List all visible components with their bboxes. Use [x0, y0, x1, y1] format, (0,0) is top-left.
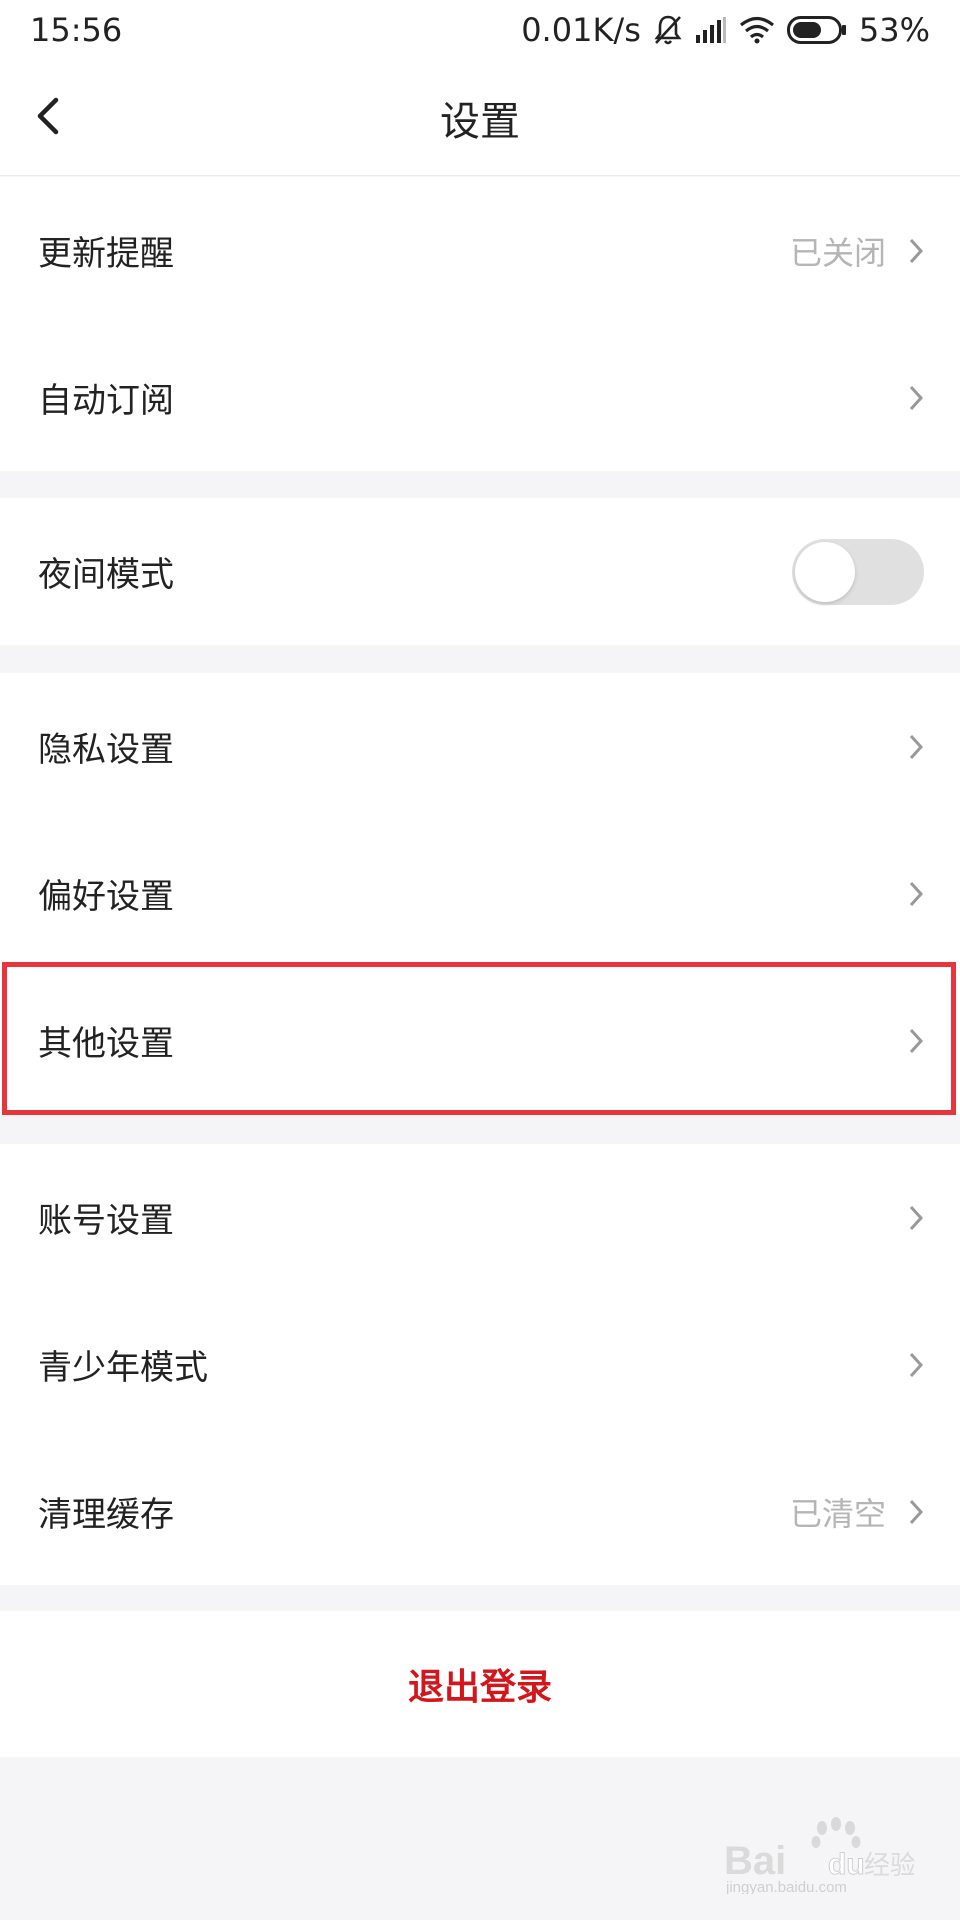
battery-icon: [786, 16, 847, 44]
chevron-right-icon: [909, 734, 924, 759]
settings-item-preferences[interactable]: 偏好设置: [0, 820, 960, 967]
settings-item-label: 偏好设置: [38, 877, 174, 917]
settings-item-account[interactable]: 账号设置: [0, 1144, 960, 1291]
settings-item-value: 已关闭: [789, 233, 886, 272]
settings-item-value: 已清空: [789, 1494, 886, 1533]
status-icons: 0.01K/s 53%: [521, 11, 930, 49]
chevron-right-icon: [909, 1352, 924, 1377]
settings-item-auto-subscribe[interactable]: 自动订阅: [0, 324, 960, 471]
settings-item-teen-mode[interactable]: 青少年模式: [0, 1291, 960, 1438]
toggle-knob: [795, 541, 855, 602]
chevron-right-icon: [909, 385, 924, 410]
chevron-right-icon: [909, 1028, 924, 1053]
settings-item-label: 其他设置: [38, 1024, 174, 1064]
svg-text:du: du: [828, 1848, 865, 1881]
settings-item-privacy[interactable]: 隐私设置: [0, 673, 960, 820]
back-button[interactable]: [18, 86, 78, 146]
chevron-left-icon: [37, 97, 59, 135]
settings-group-2: 夜间模式: [0, 498, 960, 645]
settings-item-label: 自动订阅: [38, 381, 174, 421]
settings-group-1: 更新提醒 已关闭 自动订阅: [0, 177, 960, 471]
battery-level: 53%: [858, 11, 930, 49]
settings-item-label: 隐私设置: [38, 730, 174, 770]
svg-text:经验: 经验: [864, 1851, 914, 1881]
settings-group-4: 账号设置 青少年模式 清理缓存 已清空: [0, 1144, 960, 1585]
svg-text:jingyan.baidu.com: jingyan.baidu.com: [725, 1879, 847, 1894]
settings-item-label: 账号设置: [38, 1201, 174, 1241]
mute-bell-icon: [653, 14, 683, 46]
chevron-right-icon: [909, 238, 924, 263]
svg-text:Bai: Bai: [724, 1839, 786, 1883]
nav-bar: 设置: [0, 60, 960, 176]
night-mode-toggle[interactable]: [792, 538, 924, 605]
settings-item-label: 青少年模式: [38, 1348, 208, 1388]
settings-item-night-mode: 夜间模式: [0, 498, 960, 645]
chevron-right-icon: [909, 1205, 924, 1230]
chevron-right-icon: [909, 1499, 924, 1524]
settings-item-label: 更新提醒: [38, 234, 174, 274]
settings-item-update-reminder[interactable]: 更新提醒 已关闭: [0, 177, 960, 324]
chevron-right-icon: [909, 881, 924, 906]
status-time: 15:56: [30, 11, 123, 49]
page-title: 设置: [440, 99, 520, 145]
network-speed: 0.01K/s: [521, 11, 641, 49]
signal-icon: [695, 17, 727, 43]
wifi-icon: [739, 16, 775, 44]
settings-item-clear-cache[interactable]: 清理缓存 已清空: [0, 1438, 960, 1585]
settings-item-label: 夜间模式: [38, 555, 174, 595]
settings-item-other[interactable]: 其他设置: [0, 967, 960, 1114]
settings-group-3: 隐私设置 偏好设置 其他设置: [0, 673, 960, 1114]
logout-button[interactable]: 退出登录: [0, 1611, 960, 1757]
baidu-jingyan-watermark: Bai du 经验 jingyan.baidu.com: [724, 1814, 916, 1896]
status-bar: 15:56 0.01K/s 53%: [0, 0, 960, 60]
settings-item-label: 清理缓存: [38, 1495, 174, 1535]
